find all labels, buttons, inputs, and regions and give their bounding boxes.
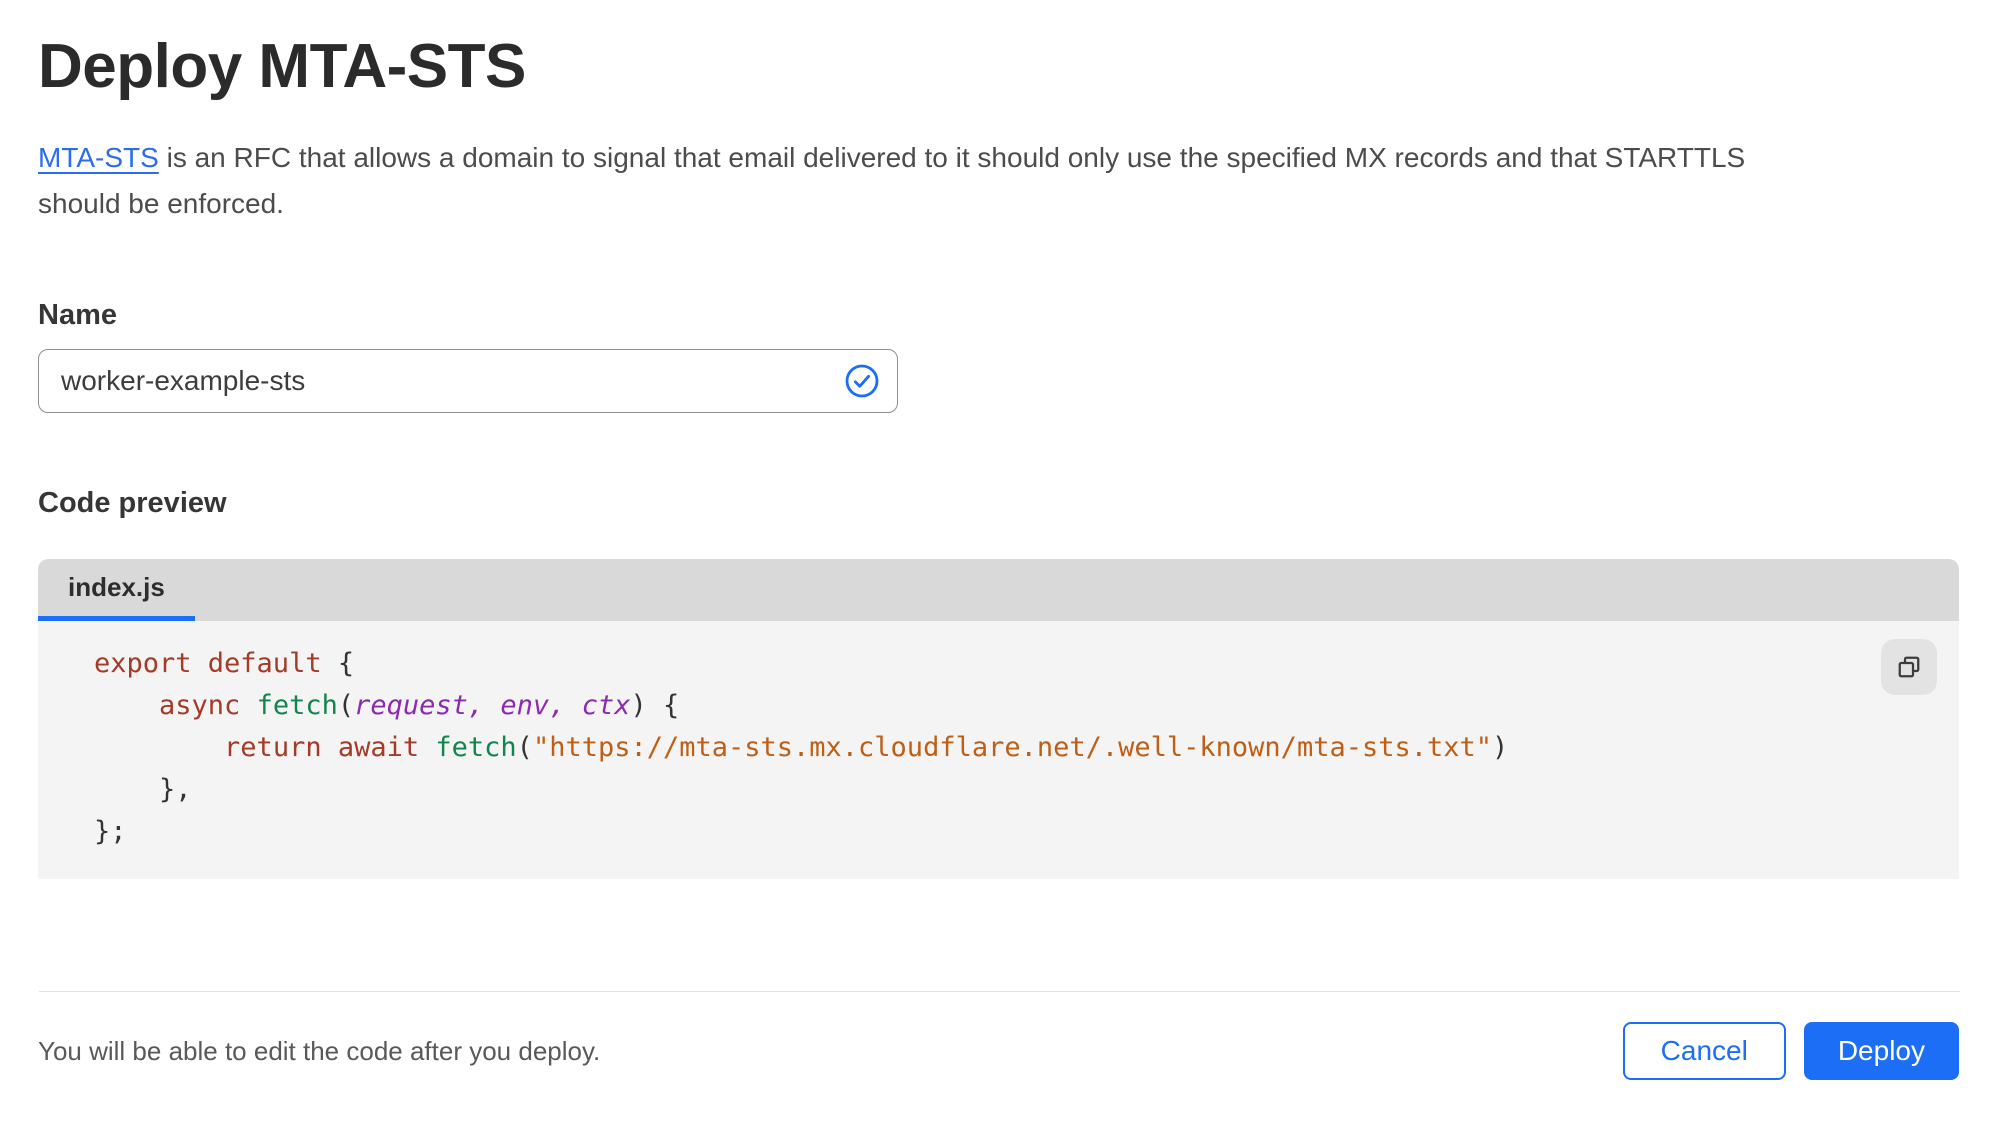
mta-sts-link[interactable]: MTA-STS [38, 142, 159, 173]
footer-actions: Cancel Deploy [1622, 1022, 1959, 1081]
deploy-mta-sts-page: Deploy MTA-STS MTA-STS is an RFC that al… [0, 0, 1999, 1138]
footer-bar: You will be able to edit the code after … [38, 1022, 1959, 1081]
description-line2: should be enforced. [38, 188, 284, 220]
description-line1: is an RFC that allows a domain to signal… [158, 142, 1746, 174]
tab-index-js[interactable]: index.js [38, 559, 195, 622]
copy-icon [1894, 652, 1924, 682]
code-area: export default { async fetch(request, en… [38, 621, 1959, 880]
deploy-button[interactable]: Deploy [1803, 1022, 1959, 1081]
code-lines: export default { async fetch(request, en… [94, 648, 1509, 848]
code-preview-label: Code preview [38, 487, 227, 520]
check-circle-icon [844, 363, 880, 399]
name-input[interactable] [38, 349, 898, 414]
code-tab-bar: index.js [38, 559, 1959, 622]
footer-divider [39, 991, 1960, 993]
cancel-button[interactable]: Cancel [1622, 1022, 1786, 1081]
name-label: Name [38, 299, 117, 332]
code-preview-card: index.js export default { async fetch(re… [38, 559, 1959, 880]
description: MTA-STS is an RFC that allows a domain t… [38, 135, 1959, 227]
name-input-wrapper [38, 349, 898, 414]
footer-note: You will be able to edit the code after … [38, 1035, 601, 1066]
page-title: Deploy MTA-STS [38, 32, 526, 101]
copy-code-button[interactable] [1881, 639, 1937, 696]
